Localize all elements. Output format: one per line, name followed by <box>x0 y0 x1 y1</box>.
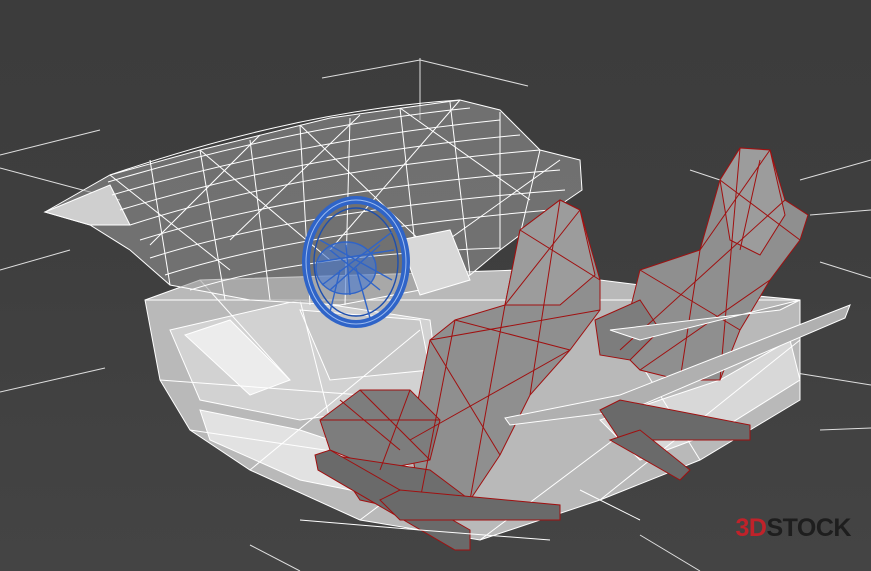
3d-viewport[interactable]: 3DSTOCK <box>0 0 871 571</box>
watermark-prefix: 3D <box>735 514 767 542</box>
3dstock-watermark-logo: 3DSTOCK <box>735 516 851 541</box>
watermark-suffix: STOCK <box>766 514 851 542</box>
car-interior-wireframe-scene <box>0 58 871 571</box>
